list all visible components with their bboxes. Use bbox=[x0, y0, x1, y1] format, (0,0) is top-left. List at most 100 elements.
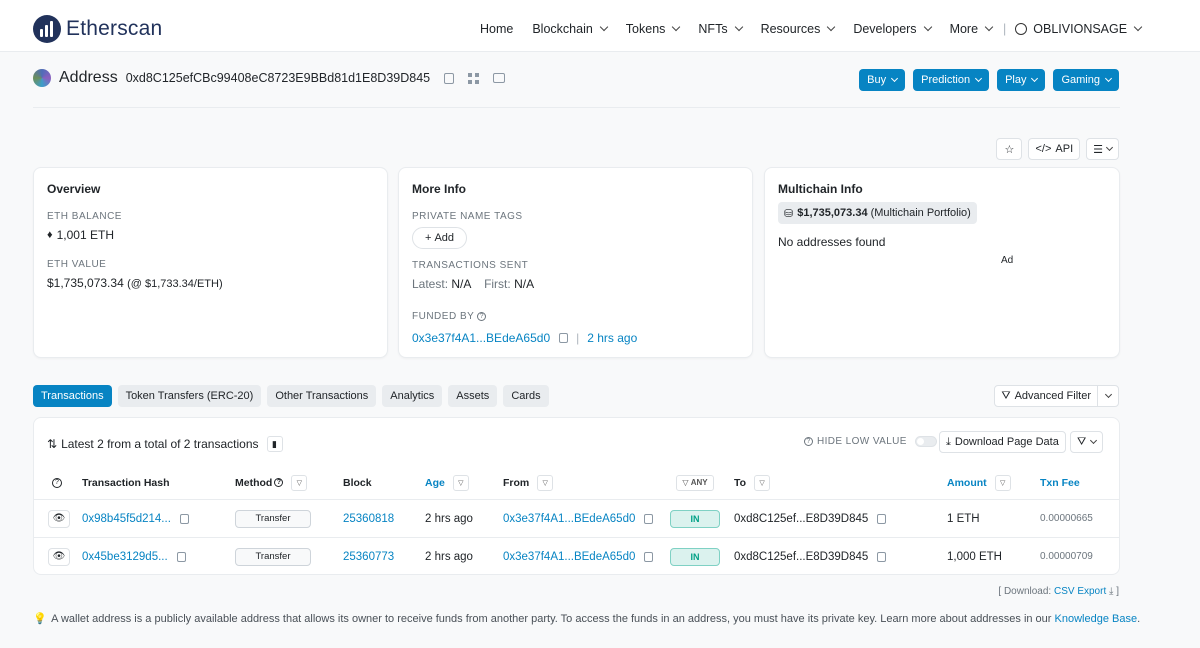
help-icon[interactable]: ? bbox=[477, 312, 487, 321]
table-filter-button[interactable]: ⛛ bbox=[1070, 431, 1104, 453]
filter-icon[interactable]: ▽ bbox=[452, 474, 469, 491]
more-info-card: More Info PRIVATE NAME TAGS + Add TRANSA… bbox=[398, 167, 753, 358]
header-divider bbox=[33, 107, 1120, 108]
copy-icon[interactable] bbox=[444, 72, 455, 84]
etherscan-logo[interactable]: Etherscan bbox=[33, 15, 162, 43]
prediction-button[interactable]: Prediction bbox=[913, 69, 990, 91]
separator: | bbox=[576, 331, 580, 345]
tab-other-transactions[interactable]: Other Transactions bbox=[267, 385, 377, 407]
toggle-switch[interactable] bbox=[914, 436, 937, 447]
table-header-row: ? Transaction Hash Method ? ▽ Block Age … bbox=[34, 466, 1119, 499]
copy-icon[interactable] bbox=[877, 513, 887, 524]
coins-icon: ⛁ bbox=[784, 207, 794, 220]
qr-code-icon[interactable] bbox=[468, 72, 480, 84]
nav-blockchain[interactable]: Blockchain bbox=[532, 22, 609, 36]
nav-nfts[interactable]: NFTs bbox=[698, 22, 743, 36]
nav-home[interactable]: Home bbox=[480, 22, 513, 36]
view-details-button[interactable]: 👁 bbox=[48, 538, 70, 575]
prediction-button-label: Prediction bbox=[921, 74, 971, 86]
filter-icon[interactable]: ▽ bbox=[994, 474, 1011, 491]
bar-chart-icon[interactable]: ▮ bbox=[266, 436, 283, 452]
etherscan-logo-icon bbox=[33, 15, 61, 43]
advanced-filter-dropdown[interactable] bbox=[1097, 385, 1119, 407]
api-label: API bbox=[1055, 143, 1074, 155]
help-icon[interactable]: ? bbox=[52, 466, 62, 499]
copy-icon[interactable] bbox=[559, 333, 569, 343]
tab-assets[interactable]: Assets bbox=[448, 385, 498, 407]
header-method: Method ? ▽ bbox=[235, 466, 308, 499]
multichain-portfolio-button[interactable]: ⛁ $1,735,073.34 (Multichain Portfolio) bbox=[778, 202, 977, 224]
tab-transactions[interactable]: Transactions bbox=[33, 385, 112, 407]
knowledge-base-link[interactable]: Knowledge Base bbox=[1055, 613, 1138, 625]
block-link[interactable]: 25360818 bbox=[343, 513, 394, 525]
in-badge: IN bbox=[670, 509, 720, 528]
from-address-link[interactable]: 0x3e37f4A1...BEdeA65d0 bbox=[503, 551, 635, 563]
download-icon: ⤓ bbox=[946, 435, 951, 448]
csv-export-link[interactable]: CSV Export bbox=[1054, 586, 1106, 597]
direction-any-label: ANY bbox=[690, 478, 708, 487]
tx-hash-link[interactable]: 0x45be3129d5... bbox=[82, 551, 168, 563]
play-button[interactable]: Play bbox=[997, 69, 1046, 91]
funded-by-row: 0x3e37f4A1...BEdeA65d0 | 2 hrs ago bbox=[412, 331, 637, 345]
tab-analytics[interactable]: Analytics bbox=[382, 385, 443, 407]
advanced-filter-button[interactable]: ⛛ Advanced Filter bbox=[994, 385, 1098, 407]
funded-by-address[interactable]: 0x3e37f4A1...BEdeA65d0 bbox=[412, 331, 550, 345]
eth-value-row: $1,735,073.34 (@ $1,733.34/ETH) bbox=[47, 276, 223, 290]
nav-resources[interactable]: Resources bbox=[760, 22, 836, 36]
funded-by-row-label: FUNDED BY ? bbox=[412, 311, 487, 322]
main-nav: Home Blockchain Tokens NFTs Resources De… bbox=[480, 22, 1160, 36]
nav-developers-label: Developers bbox=[853, 22, 917, 36]
from-address-link[interactable]: 0x3e37f4A1...BEdeA65d0 bbox=[503, 513, 635, 525]
view-details-button[interactable]: 👁 bbox=[48, 500, 70, 537]
to-address: 0xd8C125ef...E8D39D845 bbox=[734, 550, 869, 563]
copy-icon[interactable] bbox=[877, 551, 887, 562]
amount-cell: 1,000 ETH bbox=[947, 550, 1002, 563]
nav-tokens[interactable]: Tokens bbox=[626, 22, 681, 36]
header-fee-label[interactable]: Txn Fee bbox=[1040, 477, 1080, 489]
csv-download: [ Download: CSV Export ⤓ ] bbox=[998, 586, 1119, 597]
user-menu[interactable]: OBLIVIONSAGE bbox=[1015, 22, 1143, 36]
filter-icon[interactable]: ▽ bbox=[291, 474, 308, 491]
buy-button[interactable]: Buy bbox=[859, 69, 906, 91]
method-badge: Transfer bbox=[235, 547, 311, 566]
chevron-down-icon bbox=[891, 74, 899, 82]
filter-icon[interactable]: ▽ bbox=[537, 474, 554, 491]
header-age-label[interactable]: Age bbox=[425, 477, 445, 489]
buy-button-label: Buy bbox=[867, 74, 887, 86]
table-row: 👁 0x98b45f5d214... Transfer 25360818 2 h… bbox=[34, 499, 1119, 537]
footer-text: A wallet address is a publicly available… bbox=[51, 613, 1052, 625]
add-tag-button[interactable]: + Add bbox=[412, 227, 468, 249]
overview-card: Overview ETH BALANCE ♦ 1,001 ETH ETH VAL… bbox=[33, 167, 388, 358]
hash-cell: 0x98b45f5d214... bbox=[82, 500, 189, 537]
eth-balance-row: ♦ 1,001 ETH bbox=[47, 228, 114, 242]
csv-suffix: ] bbox=[1116, 586, 1119, 597]
list-options-button[interactable]: ☰ bbox=[1086, 138, 1119, 160]
nav-developers[interactable]: Developers bbox=[853, 22, 932, 36]
star-icon: ☆ bbox=[1004, 143, 1015, 156]
copy-icon[interactable] bbox=[176, 551, 186, 562]
block-link[interactable]: 25360773 bbox=[343, 551, 394, 563]
nav-resources-label: Resources bbox=[760, 22, 821, 36]
hide-low-value-toggle[interactable]: ? HIDE LOW VALUE bbox=[804, 436, 937, 447]
favorite-button[interactable]: ☆ bbox=[996, 138, 1023, 160]
funded-by-age[interactable]: 2 hrs ago bbox=[587, 331, 637, 345]
direction-filter-button[interactable]: ▽ ANY bbox=[676, 474, 714, 491]
tx-hash-link[interactable]: 0x98b45f5d214... bbox=[82, 513, 171, 525]
gaming-button[interactable]: Gaming bbox=[1053, 69, 1119, 91]
copy-icon[interactable] bbox=[644, 551, 654, 562]
copy-icon[interactable] bbox=[644, 513, 654, 524]
copy-icon[interactable] bbox=[179, 513, 189, 524]
table-summary-row: ⇅ Latest 2 from a total of 2 transaction… bbox=[47, 436, 283, 452]
tab-token-transfers[interactable]: Token Transfers (ERC-20) bbox=[117, 385, 262, 407]
filter-icon[interactable]: ▽ bbox=[754, 474, 771, 491]
comment-icon[interactable] bbox=[493, 73, 506, 83]
block-cell: 25360818 bbox=[343, 500, 394, 537]
advanced-filter-label: Advanced Filter bbox=[1014, 390, 1091, 402]
download-page-data-button[interactable]: ⤓ Download Page Data bbox=[939, 431, 1066, 453]
tab-cards[interactable]: Cards bbox=[503, 385, 549, 407]
api-button[interactable]: </> API bbox=[1028, 138, 1081, 160]
header-amount-label[interactable]: Amount bbox=[947, 477, 987, 489]
table-row: 👁 0x45be3129d5... Transfer 25360773 2 hr… bbox=[34, 537, 1119, 575]
nav-more[interactable]: More bbox=[950, 22, 994, 36]
code-icon: </> bbox=[1035, 143, 1052, 155]
